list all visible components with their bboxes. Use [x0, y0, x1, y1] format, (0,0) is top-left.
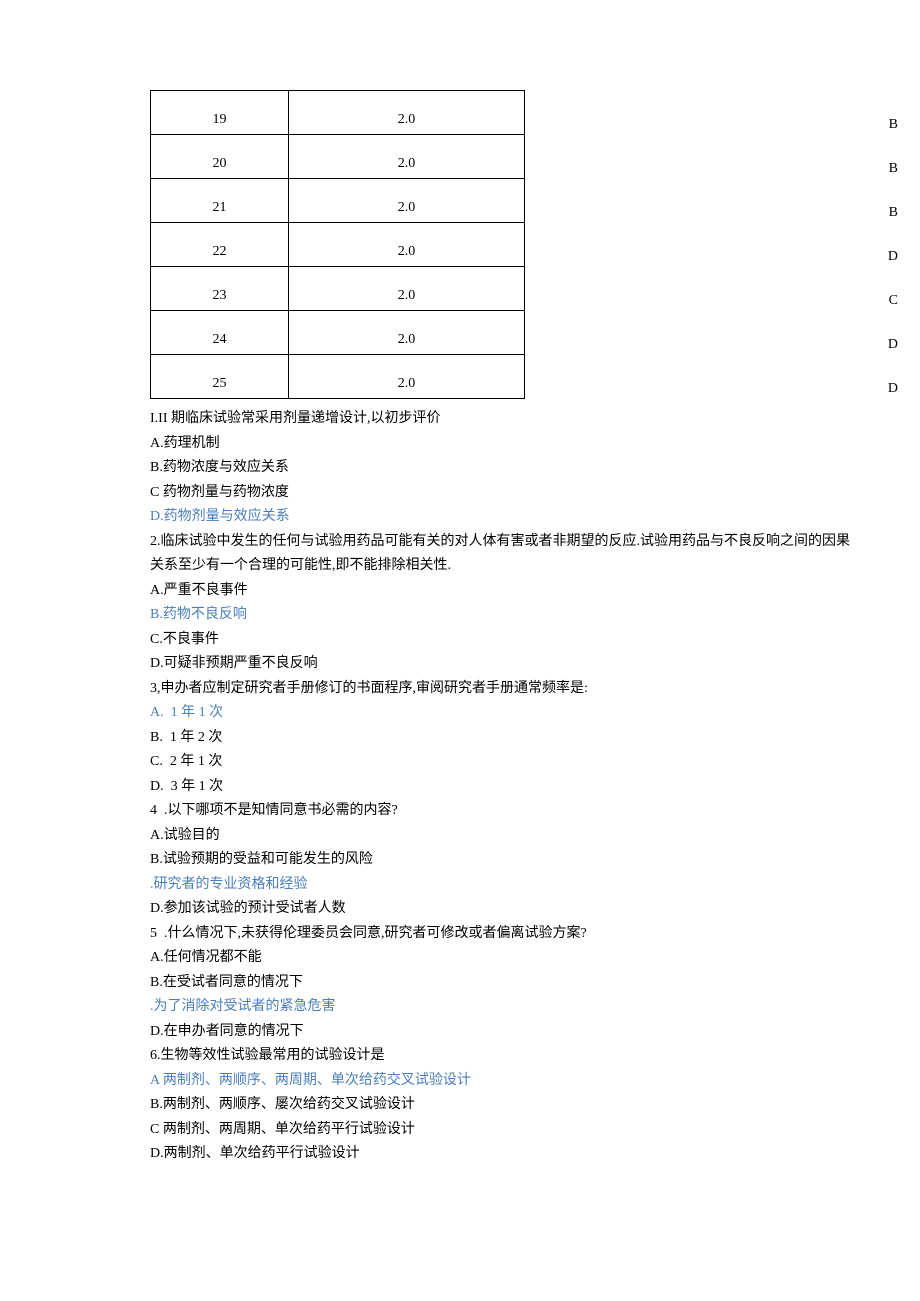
question-number-cell: 25 [151, 355, 289, 399]
question-line: A.严重不良事件 [150, 579, 900, 604]
table-row: 222.0 [151, 223, 525, 267]
answer-letter: B [889, 112, 898, 137]
question-number-cell: 22 [151, 223, 289, 267]
question-line: B. 1 年 2 次 [150, 726, 900, 751]
answer-option-highlighted: A 两制剂、两顺序、两周期、单次给药交叉试验设计 [150, 1069, 900, 1094]
question-line: D. 3 年 1 次 [150, 775, 900, 800]
answer-letter: B [889, 200, 898, 225]
question-line: C 药物剂量与药物浓度 [150, 481, 900, 506]
question-line: 关系至少有一个合理的可能性,即不能排除相关性. [150, 554, 900, 579]
question-number-cell: 20 [151, 135, 289, 179]
score-cell: 2.0 [289, 135, 525, 179]
question-line: 2.临床试验中发生的任何与试验用药品可能有关的对人体有害或者非期望的反应.试验用… [150, 530, 900, 555]
question-number-cell: 23 [151, 267, 289, 311]
table-row: 212.0 [151, 179, 525, 223]
question-line: A.药理机制 [150, 432, 900, 457]
answer-option-highlighted: .为了消除对受试者的紧急危害 [150, 995, 900, 1020]
question-line: 3,申办者应制定研究者手册修订的书面程序,审阅研究者手册通常频率是: [150, 677, 900, 702]
question-line: B.药物浓度与效应关系 [150, 456, 900, 481]
answer-option-highlighted: D.药物剂量与效应关系 [150, 505, 900, 530]
table-row: 232.0 [151, 267, 525, 311]
question-content: I.II 期临床试验常采用剂量递增设计,以初步评价A.药理机制B.药物浓度与效应… [0, 407, 920, 1167]
question-line: B.试验预期的受益和可能发生的风险 [150, 848, 900, 873]
score-cell: 2.0 [289, 223, 525, 267]
answer-letter: C [889, 288, 898, 313]
answer-option-highlighted: A. 1 年 1 次 [150, 701, 900, 726]
question-line: C 两制剂、两周期、单次给药平行试验设计 [150, 1118, 900, 1143]
score-cell: 2.0 [289, 179, 525, 223]
question-line: C.不良事件 [150, 628, 900, 653]
question-line: 4 .以下哪项不是知情同意书必需的内容? [150, 799, 900, 824]
score-cell: 2.0 [289, 311, 525, 355]
question-line: B.在受试者同意的情况下 [150, 971, 900, 996]
answer-letter: D [888, 376, 898, 401]
score-cell: 2.0 [289, 91, 525, 135]
question-line: D.参加该试验的预计受试者人数 [150, 897, 900, 922]
answer-letter: B [889, 156, 898, 181]
question-line: 5 .什么情况下,未获得伦理委员会同意,研究者可修改或者偏离试验方案? [150, 922, 900, 947]
answer-letter: D [888, 244, 898, 269]
table-row: 252.0 [151, 355, 525, 399]
table-row: 192.0 [151, 91, 525, 135]
question-number-cell: 19 [151, 91, 289, 135]
score-cell: 2.0 [289, 355, 525, 399]
score-table: 192.0202.0212.0222.0232.0242.0252.0 [150, 90, 525, 399]
question-line: B.两制剂、两顺序、屡次给药交叉试验设计 [150, 1093, 900, 1118]
question-line: I.II 期临床试验常采用剂量递增设计,以初步评价 [150, 407, 900, 432]
question-number-cell: 24 [151, 311, 289, 355]
answer-letter: D [888, 332, 898, 357]
question-line: A.试验目的 [150, 824, 900, 849]
score-cell: 2.0 [289, 267, 525, 311]
question-line: D.可疑非预期严重不良反响 [150, 652, 900, 677]
question-line: D.在申办者同意的情况下 [150, 1020, 900, 1045]
answer-option-highlighted: .研究者的专业资格和经验 [150, 873, 900, 898]
question-line: C. 2 年 1 次 [150, 750, 900, 775]
question-line: 6.生物等效性试验最常用的试验设计是 [150, 1044, 900, 1069]
question-number-cell: 21 [151, 179, 289, 223]
answer-option-highlighted: B.药物不良反响 [150, 603, 900, 628]
question-line: D.两制剂、单次给药平行试验设计 [150, 1142, 900, 1167]
table-row: 242.0 [151, 311, 525, 355]
question-line: A.任何情况都不能 [150, 946, 900, 971]
table-row: 202.0 [151, 135, 525, 179]
score-table-wrap: 192.0202.0212.0222.0232.0242.0252.0 BBBD… [0, 90, 920, 399]
